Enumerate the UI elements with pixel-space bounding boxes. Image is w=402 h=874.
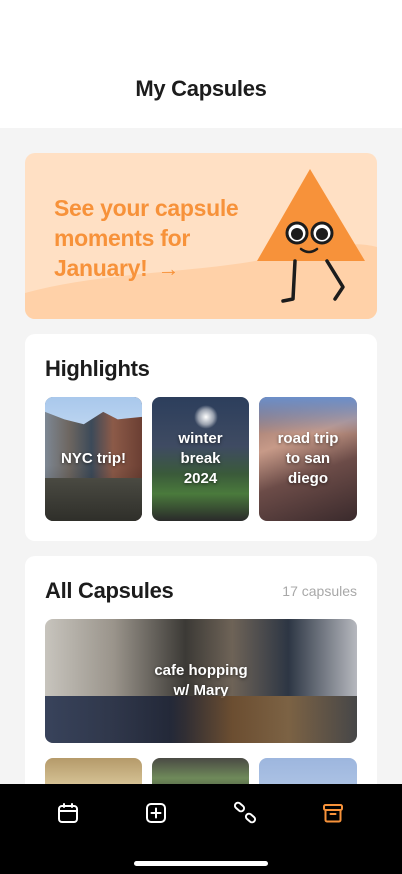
monthly-recap-banner[interactable]: See your capsule moments for January! → — [25, 153, 377, 319]
all-capsules-section: All Capsules 17 capsules cafe hopping w/… — [25, 556, 377, 796]
highlight-label-line: diego — [288, 470, 328, 487]
capsule-label-line: cafe hopping — [154, 662, 248, 679]
banner-line-3: January! — [54, 255, 148, 281]
highlights-title: Highlights — [45, 356, 150, 381]
highlight-nyc-trip[interactable]: NYC trip! — [45, 397, 142, 521]
capsule-count: 17 capsules — [282, 583, 357, 599]
banner-text: See your capsule moments for January! → — [54, 193, 264, 284]
highlight-label-line: NYC trip! — [61, 450, 126, 467]
triangle-mascot-icon — [257, 169, 365, 303]
highlight-label-line: road trip — [277, 430, 339, 447]
bottom-navigation — [0, 784, 402, 874]
pills-icon[interactable] — [233, 801, 257, 825]
all-capsules-title: All Capsules — [45, 578, 174, 603]
capsule-cafe-hopping[interactable]: cafe hopping w/ Mary — [45, 619, 357, 743]
highlight-label-line: to san — [285, 450, 331, 467]
highlight-label-line: winter — [178, 430, 223, 447]
app-header: My Capsules — [0, 0, 402, 128]
highlight-road-trip[interactable]: road trip to san diego — [259, 397, 357, 521]
highlight-label: winter break 2024 — [172, 429, 228, 489]
banner-line-2: moments for — [54, 225, 190, 251]
calendar-icon[interactable] — [56, 801, 80, 825]
home-indicator[interactable] — [134, 861, 268, 866]
arrow-right-icon[interactable]: → — [157, 254, 179, 284]
highlight-label-line: break — [180, 450, 221, 467]
banner-line-1: See your capsule — [54, 195, 239, 221]
highlights-section: Highlights NYC trip! winter break 2024 r… — [25, 334, 377, 541]
archive-icon[interactable] — [321, 801, 345, 825]
highlight-label-line: 2024 — [183, 470, 218, 487]
capsule-label: cafe hopping w/ Mary — [148, 661, 253, 701]
highlight-label: NYC trip! — [55, 449, 132, 469]
capsule-label-line: w/ Mary — [173, 682, 229, 699]
page-title: My Capsules — [135, 76, 267, 101]
plus-square-icon[interactable] — [144, 801, 168, 825]
highlight-label: road trip to san diego — [272, 429, 345, 489]
highlight-winter-break[interactable]: winter break 2024 — [152, 397, 249, 521]
